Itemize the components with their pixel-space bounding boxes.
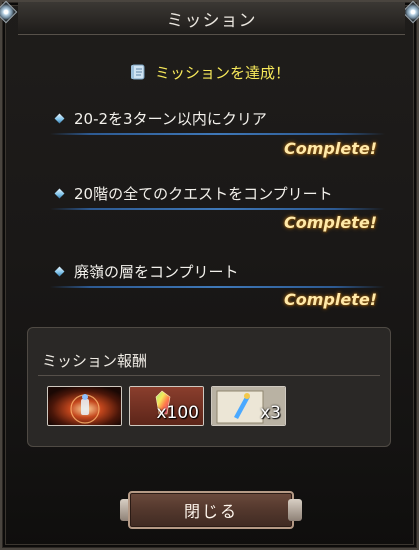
summon-orb-icon (48, 387, 121, 425)
rewards-label: ミッション報酬 (42, 352, 148, 370)
mission-text: 20-2を3ターン以内にクリア (74, 110, 267, 128)
mission-item: 廃嶺の層をコンプリート (50, 261, 386, 288)
diamond-bullet-icon (54, 266, 65, 277)
reward-item-crystal[interactable]: x100 (129, 386, 204, 426)
achievement-header: ミッションを達成！ (2, 62, 417, 83)
reward-item-summon[interactable] (47, 386, 122, 426)
button-cap-right (288, 499, 302, 521)
reward-item-ticket[interactable]: x3 (211, 386, 286, 426)
corner-gem-icon (0, 0, 18, 24)
mission-divider (50, 208, 385, 210)
diamond-bullet-icon (54, 113, 65, 124)
diamond-bullet-icon (54, 188, 65, 199)
mission-dialog: ミッション ミッションを達成！ 20-2を3ターン以内にクリア Complete… (0, 0, 419, 550)
reward-count: x100 (156, 403, 199, 423)
close-button[interactable]: 閉じる (128, 491, 294, 529)
scroll-icon (130, 64, 145, 80)
complete-badge: Complete! (284, 213, 377, 232)
close-button-wrap: 閉じる (120, 491, 302, 529)
mission-text: 20階の全てのクエストをコンプリート (74, 185, 333, 203)
title-bar: ミッション (18, 2, 405, 35)
mission-item: 20-2を3ターン以内にクリア (50, 108, 386, 135)
rewards-divider (38, 375, 380, 376)
complete-badge: Complete! (284, 290, 377, 309)
mission-text: 廃嶺の層をコンプリート (74, 263, 239, 281)
reward-count: x3 (260, 403, 281, 423)
mission-divider (50, 133, 385, 135)
close-button-label: 閉じる (183, 502, 238, 521)
mission-item: 20階の全てのクエストをコンプリート (50, 183, 386, 210)
mission-divider (50, 286, 385, 288)
rewards-panel: ミッション報酬 x100 x3 (27, 327, 391, 447)
dialog-title: ミッション (166, 10, 257, 31)
complete-badge: Complete! (284, 139, 377, 158)
achievement-text: ミッションを達成！ (154, 64, 290, 82)
